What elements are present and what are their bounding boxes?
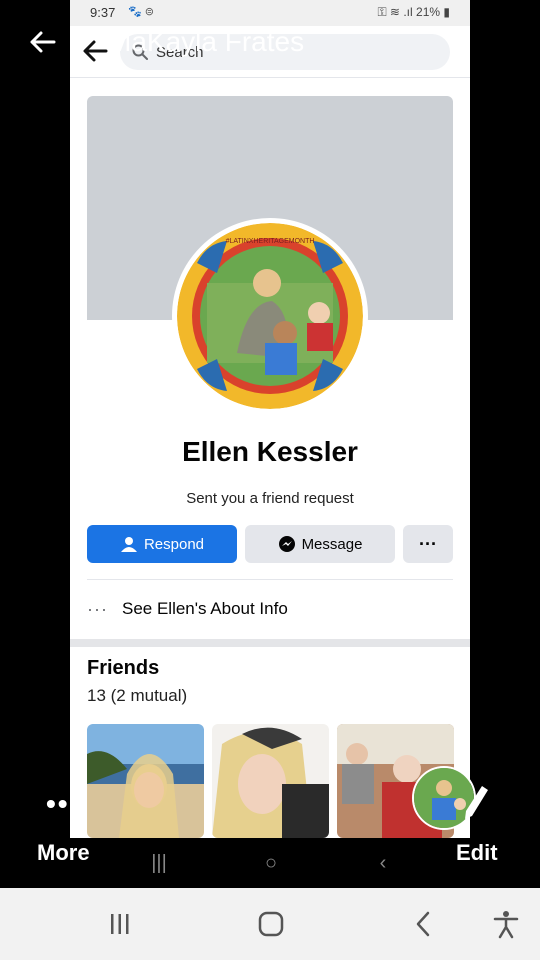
phone-screenshot: 9:37 🐾 ⊜ ⚿ ≋ .ıl 21% ▮ Search #LATINXHER… bbox=[70, 0, 470, 888]
battery-level: 21% bbox=[416, 5, 441, 19]
status-time: 9:37 bbox=[90, 5, 116, 20]
system-navigation-bar bbox=[0, 888, 540, 960]
friend-thumbnail[interactable] bbox=[87, 724, 204, 838]
more-options-button[interactable]: ··· bbox=[403, 525, 453, 563]
message-button[interactable]: Message bbox=[245, 525, 395, 563]
status-bar: 9:37 🐾 ⊜ ⚿ ≋ .ıl 21% ▮ bbox=[70, 0, 470, 26]
about-info-link[interactable]: ··· See Ellen's About Info bbox=[87, 596, 453, 622]
friend-photo-selfie bbox=[212, 724, 329, 838]
back-arrow-icon[interactable] bbox=[80, 36, 110, 66]
friends-count: 13 (2 mutual) bbox=[87, 686, 188, 705]
accessibility-icon[interactable] bbox=[490, 908, 522, 940]
friend-request-status: Sent you a friend request bbox=[186, 490, 354, 507]
friend-thumbnail[interactable] bbox=[212, 724, 329, 838]
viewer-back-arrow-icon[interactable] bbox=[26, 26, 58, 58]
friends-heading: Friends bbox=[87, 657, 160, 679]
respond-label: Respond bbox=[143, 535, 205, 553]
message-label: Message bbox=[301, 535, 363, 553]
section-separator bbox=[70, 639, 470, 647]
ellipsis-icon: ··· bbox=[87, 598, 108, 619]
about-label: See Ellen's About Info bbox=[121, 599, 288, 618]
recent-apps-icon[interactable]: ||| bbox=[146, 850, 172, 876]
pencil-icon[interactable] bbox=[462, 784, 490, 820]
recent-apps-icon[interactable] bbox=[104, 908, 136, 940]
profile-name: Ellen Kessler bbox=[182, 436, 358, 467]
signal-icon: ⚿ ≋ .ıl bbox=[377, 5, 413, 19]
more-dots-icon: ··· bbox=[419, 533, 437, 554]
more-button[interactable]: More bbox=[37, 840, 90, 866]
friend-photo-beach bbox=[87, 724, 204, 838]
back-icon[interactable] bbox=[408, 908, 440, 940]
avatar-image: #LATINXHERITAGEMONTH bbox=[177, 223, 363, 409]
battery-icon: ▮ bbox=[443, 5, 450, 19]
notification-icons: 🐾 ⊜ bbox=[128, 6, 154, 18]
home-icon[interactable]: ○ bbox=[258, 850, 284, 876]
avatar-banner-text: #LATINXHERITAGEMONTH bbox=[226, 238, 315, 245]
status-right: ⚿ ≋ .ıl 21% ▮ bbox=[377, 5, 450, 20]
respond-button[interactable]: Respond bbox=[87, 525, 237, 563]
viewer-title: MaKayla Frates bbox=[108, 26, 305, 57]
profile-avatar[interactable]: #LATINXHERITAGEMONTH bbox=[172, 218, 368, 414]
back-icon[interactable]: ‹ bbox=[370, 850, 396, 876]
home-icon[interactable] bbox=[255, 908, 287, 940]
more-dots-icon[interactable]: ••• bbox=[46, 788, 81, 820]
person-icon bbox=[120, 537, 137, 552]
inner-navigation-bar: ||| ○ ‹ bbox=[70, 838, 470, 888]
divider bbox=[87, 579, 453, 580]
edit-button[interactable]: Edit bbox=[456, 840, 498, 866]
messenger-icon bbox=[278, 536, 295, 552]
